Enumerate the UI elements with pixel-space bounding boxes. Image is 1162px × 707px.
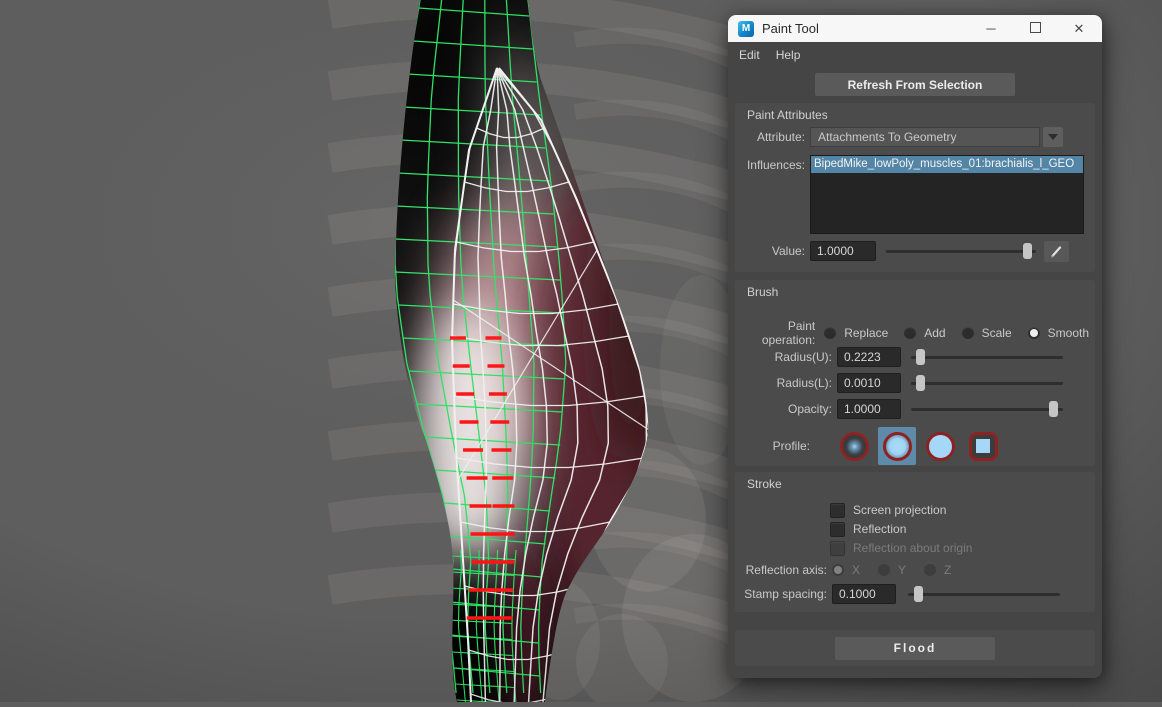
radius-u-label: Radius(U): xyxy=(735,350,832,364)
value-slider[interactable] xyxy=(886,243,1036,259)
radius-l-slider[interactable] xyxy=(911,375,1063,391)
radio-scale[interactable] xyxy=(962,327,974,339)
influences-list[interactable]: BipedMike_lowPoly_muscles_01:brachialis_… xyxy=(810,155,1084,234)
screen-projection-label[interactable]: Screen projection xyxy=(853,503,946,517)
marking-pencil-button[interactable] xyxy=(1044,241,1069,262)
stamp-spacing-label: Stamp spacing: xyxy=(735,587,827,601)
minimize-button[interactable]: ─ xyxy=(984,22,998,35)
maximize-icon xyxy=(1030,22,1041,33)
window-title: Paint Tool xyxy=(762,21,984,36)
paint-tool-window: M Paint Tool ─ ✕ Edit Help Refresh From … xyxy=(728,15,1102,678)
attribute-dropdown-value: Attachments To Geometry xyxy=(818,130,957,144)
radio-axis-x xyxy=(832,564,844,576)
profile-label: Profile: xyxy=(735,439,810,453)
radius-l-input[interactable] xyxy=(837,373,901,393)
attribute-label: Attribute: xyxy=(735,130,805,144)
radio-axis-z-label: Z xyxy=(944,563,951,577)
reflection-axis-label: Reflection axis: xyxy=(735,563,827,577)
radius-u-slider[interactable] xyxy=(911,349,1063,365)
radio-add-label[interactable]: Add xyxy=(924,326,945,340)
section-title-stroke: Stroke xyxy=(747,477,782,491)
reflection-checkbox[interactable] xyxy=(830,522,845,537)
radio-smooth-label[interactable]: Smooth xyxy=(1048,326,1089,340)
radius-l-slider-handle[interactable] xyxy=(916,375,925,391)
paint-operation-label: Paint operation: xyxy=(735,319,815,347)
value-slider-handle[interactable] xyxy=(1023,243,1032,259)
reflection-about-origin-checkbox xyxy=(830,541,845,556)
pencil-icon xyxy=(1049,244,1064,259)
opacity-slider[interactable] xyxy=(911,401,1063,417)
paint-attributes-section: Paint Attributes Attribute: Attachments … xyxy=(735,103,1095,272)
brush-section: Brush Paint operation: Replace Add Scale… xyxy=(735,280,1095,466)
section-title-paint-attributes: Paint Attributes xyxy=(747,108,828,122)
square-brush-icon xyxy=(969,432,998,461)
opacity-input[interactable] xyxy=(837,399,901,419)
opacity-slider-handle[interactable] xyxy=(1049,401,1058,417)
gaussian-brush-icon xyxy=(840,432,869,461)
reflection-label[interactable]: Reflection xyxy=(853,522,906,536)
radio-add[interactable] xyxy=(904,327,916,339)
maximize-button[interactable] xyxy=(1028,22,1042,35)
attribute-dropdown[interactable]: Attachments To Geometry xyxy=(810,127,1040,147)
flood-button[interactable]: Flood xyxy=(835,637,995,660)
profile-square-button[interactable] xyxy=(964,427,1002,465)
menubar: Edit Help xyxy=(728,42,1102,68)
refresh-from-selection-button[interactable]: Refresh From Selection xyxy=(815,73,1015,96)
radio-axis-y-label: Y xyxy=(898,563,906,577)
radio-scale-label[interactable]: Scale xyxy=(982,326,1012,340)
radius-u-input[interactable] xyxy=(837,347,901,367)
menu-edit[interactable]: Edit xyxy=(739,48,760,62)
soft-brush-icon xyxy=(883,432,912,461)
maya-logo-icon: M xyxy=(738,21,754,37)
flood-section: Flood xyxy=(735,630,1095,666)
stamp-spacing-slider-handle[interactable] xyxy=(914,586,923,602)
reflection-about-origin-label: Reflection about origin xyxy=(853,541,972,555)
radio-axis-y xyxy=(878,564,890,576)
radio-replace[interactable] xyxy=(824,327,836,339)
radio-replace-label[interactable]: Replace xyxy=(844,326,888,340)
radio-smooth[interactable] xyxy=(1028,327,1040,339)
titlebar[interactable]: M Paint Tool ─ ✕ xyxy=(728,15,1102,42)
solid-brush-icon xyxy=(926,432,955,461)
opacity-label: Opacity: xyxy=(735,402,832,416)
menu-help[interactable]: Help xyxy=(776,48,801,62)
value-input[interactable] xyxy=(810,241,876,261)
screen-projection-checkbox[interactable] xyxy=(830,503,845,518)
influences-label: Influences: xyxy=(735,158,805,172)
attribute-dropdown-button[interactable] xyxy=(1043,127,1063,147)
close-button[interactable]: ✕ xyxy=(1072,22,1086,35)
profile-soft-button[interactable] xyxy=(878,427,916,465)
stamp-spacing-slider[interactable] xyxy=(908,586,1060,602)
profile-solid-button[interactable] xyxy=(921,427,959,465)
radio-axis-x-label: X xyxy=(852,563,860,577)
stamp-spacing-input[interactable] xyxy=(832,584,896,604)
radio-axis-z xyxy=(924,564,936,576)
section-title-brush: Brush xyxy=(747,285,778,299)
radius-l-label: Radius(L): xyxy=(735,376,832,390)
influence-list-item-selected[interactable]: BipedMike_lowPoly_muscles_01:brachialis_… xyxy=(811,156,1083,173)
chevron-down-icon xyxy=(1048,134,1058,140)
radius-u-slider-handle[interactable] xyxy=(916,349,925,365)
stroke-section: Stroke Screen projection Reflection Refl… xyxy=(735,472,1095,612)
value-label: Value: xyxy=(735,244,805,258)
profile-gaussian-button[interactable] xyxy=(835,427,873,465)
